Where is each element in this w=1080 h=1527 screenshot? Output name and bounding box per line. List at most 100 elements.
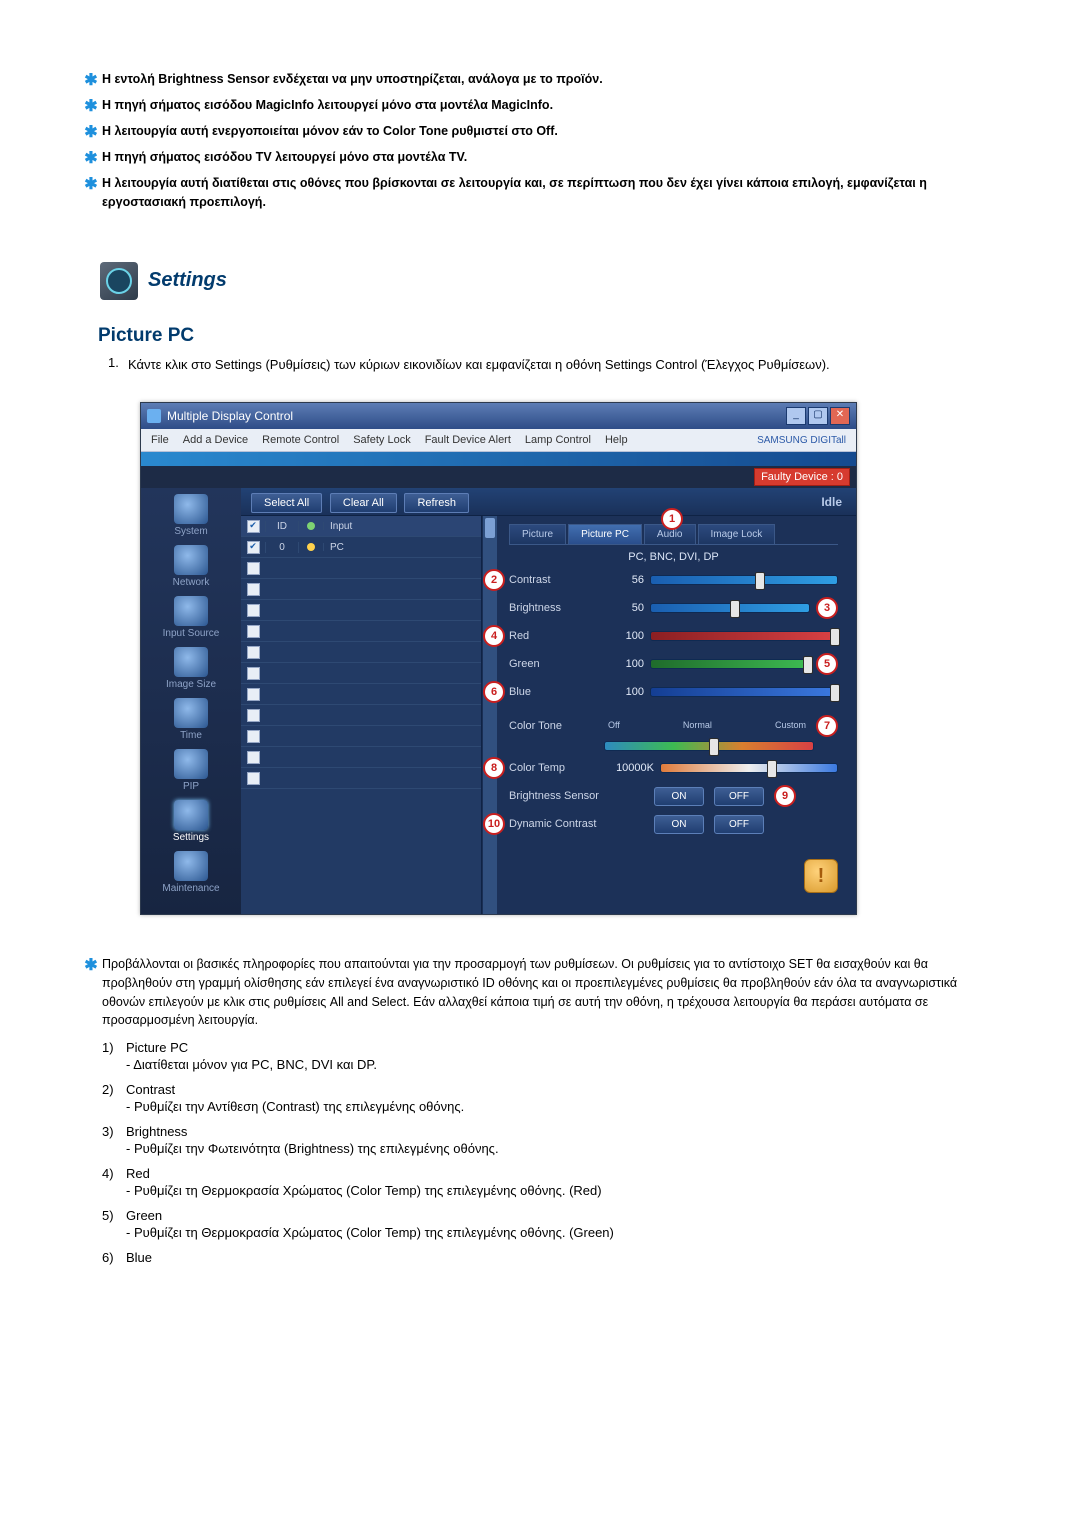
- note-sub: - Διατίθεται μόνον για PC, BNC, DVI και …: [126, 1057, 1000, 1072]
- callout-6: 6: [483, 681, 505, 703]
- note-title: Red: [126, 1166, 150, 1181]
- dyncontrast-label: Dynamic Contrast: [509, 818, 644, 830]
- red-slider[interactable]: [650, 631, 838, 641]
- note-title: Green: [126, 1208, 162, 1223]
- maintenance-icon: [174, 851, 208, 881]
- menu-remote-control[interactable]: Remote Control: [262, 434, 339, 446]
- titlebar[interactable]: Multiple Display Control _ ▢ ✕: [141, 403, 856, 429]
- colortone-label: Color Tone: [509, 720, 604, 732]
- note-number: 6): [102, 1250, 126, 1265]
- row-checkbox[interactable]: [247, 562, 260, 575]
- step-text: Κάντε κλικ στο Settings (Ρυθμίσεις) των …: [128, 355, 830, 375]
- row-checkbox[interactable]: [247, 751, 260, 764]
- red-label: Red: [509, 630, 604, 642]
- note-text: Η εντολή Brightness Sensor ενδέχεται να …: [102, 70, 603, 89]
- minimize-button[interactable]: _: [786, 407, 806, 425]
- refresh-button[interactable]: Refresh: [404, 493, 469, 513]
- subheader-sources: PC, BNC, DVI, DP: [509, 551, 838, 563]
- blue-band: [141, 452, 856, 466]
- brightsensor-label: Brightness Sensor: [509, 790, 644, 802]
- sidebar-item-system[interactable]: System: [141, 494, 241, 537]
- tab-picture[interactable]: Picture: [509, 524, 566, 544]
- tab-image-lock[interactable]: Image Lock: [698, 524, 776, 544]
- callout-3: 3: [816, 597, 838, 619]
- callout-1: 1: [661, 508, 683, 530]
- row-checkbox[interactable]: [247, 688, 260, 701]
- row-checkbox[interactable]: [247, 772, 260, 785]
- faulty-badge: Faulty Device : 0: [754, 468, 850, 486]
- sidebar-item-image-size[interactable]: Image Size: [141, 647, 241, 690]
- blue-label: Blue: [509, 686, 604, 698]
- note-number: 5): [102, 1208, 126, 1223]
- menu-file[interactable]: File: [151, 434, 169, 446]
- row-checkbox[interactable]: [247, 646, 260, 659]
- image-size-icon: [174, 647, 208, 677]
- notes-top-list: ✱Η εντολή Brightness Sensor ενδέχεται να…: [80, 70, 1000, 212]
- select-all-button[interactable]: Select All: [251, 493, 322, 513]
- device-grid: ID Input 0 PC: [241, 516, 482, 914]
- star-icon: ✱: [80, 174, 102, 194]
- menu-add-device[interactable]: Add a Device: [183, 434, 248, 446]
- note-number: 3): [102, 1124, 126, 1139]
- mdc-window: Multiple Display Control _ ▢ ✕ File Add …: [140, 402, 857, 915]
- close-button[interactable]: ✕: [830, 407, 850, 425]
- grid-row[interactable]: 0 PC: [241, 537, 481, 558]
- menu-lamp-control[interactable]: Lamp Control: [525, 434, 591, 446]
- note-text: Η πηγή σήματος εισόδου MagicInfo λειτουρ…: [102, 96, 553, 115]
- dyncontrast-off[interactable]: OFF: [714, 815, 764, 834]
- colortemp-slider[interactable]: [660, 763, 838, 773]
- note-number: 1): [102, 1040, 126, 1055]
- note-sub: - Ρυθμίζει την Αντίθεση (Contrast) της ε…: [126, 1099, 1000, 1114]
- maximize-button[interactable]: ▢: [808, 407, 828, 425]
- sidebar-item-settings[interactable]: Settings: [141, 800, 241, 843]
- sidebar-item-time[interactable]: Time: [141, 698, 241, 741]
- brightsensor-off[interactable]: OFF: [714, 787, 764, 806]
- pip-icon: [174, 749, 208, 779]
- row-checkbox[interactable]: [247, 583, 260, 596]
- header-checkbox[interactable]: [247, 520, 260, 533]
- time-icon: [174, 698, 208, 728]
- row-checkbox[interactable]: [247, 604, 260, 617]
- colortone-slider[interactable]: [604, 741, 814, 751]
- sidebar-item-network[interactable]: Network: [141, 545, 241, 588]
- colortone-normal: Normal: [683, 720, 712, 730]
- row-checkbox[interactable]: [247, 709, 260, 722]
- settings-icon: [100, 262, 138, 300]
- dyncontrast-on[interactable]: ON: [654, 815, 704, 834]
- contrast-label: Contrast: [509, 574, 604, 586]
- blue-value: 100: [604, 686, 650, 698]
- tab-picture-pc[interactable]: Picture PC: [568, 524, 642, 544]
- brightness-label: Brightness: [509, 602, 604, 614]
- clear-all-button[interactable]: Clear All: [330, 493, 397, 513]
- row-checkbox[interactable]: [247, 625, 260, 638]
- menu-safety-lock[interactable]: Safety Lock: [353, 434, 410, 446]
- contrast-slider[interactable]: [650, 575, 838, 585]
- menubar[interactable]: File Add a Device Remote Control Safety …: [141, 429, 856, 452]
- note-sub: - Ρυθμίζει τη Θερμοκρασία Χρώματος (Colo…: [126, 1225, 1000, 1240]
- row-checkbox[interactable]: [247, 730, 260, 743]
- row-checkbox[interactable]: [247, 541, 260, 554]
- brightness-value: 50: [604, 602, 650, 614]
- callout-10: 10: [483, 813, 505, 835]
- red-value: 100: [604, 630, 650, 642]
- sidebar-item-pip[interactable]: PIP: [141, 749, 241, 792]
- contrast-value: 56: [604, 574, 650, 586]
- brightness-slider[interactable]: [650, 603, 810, 613]
- colortone-off: Off: [608, 720, 620, 730]
- warning-icon: !: [804, 859, 838, 893]
- row-power-icon: [307, 543, 315, 551]
- menu-fault-alert[interactable]: Fault Device Alert: [425, 434, 511, 446]
- row-checkbox[interactable]: [247, 667, 260, 680]
- brand-label: SAMSUNG DIGITall: [757, 435, 846, 446]
- colortemp-label: Color Temp: [509, 762, 604, 774]
- blue-slider[interactable]: [650, 687, 838, 697]
- green-slider[interactable]: [650, 659, 810, 669]
- callout-7: 7: [816, 715, 838, 737]
- brightsensor-on[interactable]: ON: [654, 787, 704, 806]
- menu-help[interactable]: Help: [605, 434, 628, 446]
- settings-block: Settings: [100, 262, 1000, 300]
- sidebar-item-input-source[interactable]: Input Source: [141, 596, 241, 639]
- star-icon: ✱: [80, 96, 102, 116]
- sidebar-item-maintenance[interactable]: Maintenance: [141, 851, 241, 894]
- section-title: Picture PC: [98, 325, 1000, 347]
